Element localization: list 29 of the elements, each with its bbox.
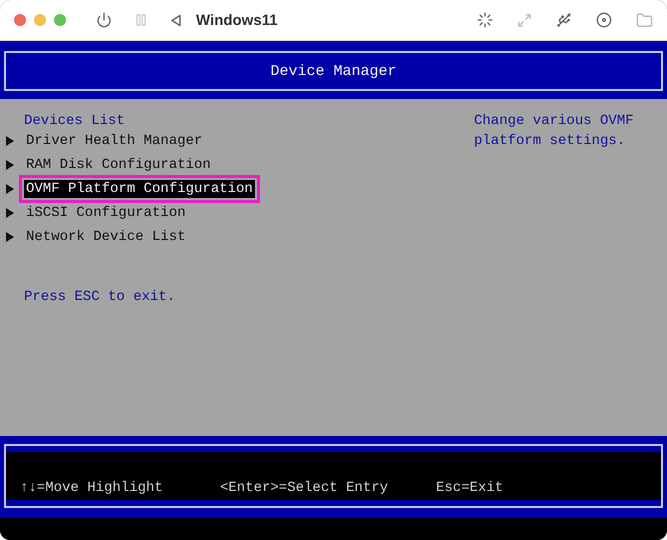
arrow-icon	[6, 232, 14, 242]
back-icon[interactable]	[170, 14, 182, 26]
close-button[interactable]	[14, 14, 26, 26]
arrow-icon	[6, 160, 14, 170]
section-heading: Devices List	[24, 112, 126, 131]
window-title: Windows11	[196, 12, 278, 28]
menu-item[interactable]: RAM Disk Configuration	[24, 156, 213, 174]
key-hint: <Enter>=Select Entry	[220, 480, 390, 496]
arrow-icon	[6, 136, 14, 146]
loader-icon[interactable]	[477, 12, 493, 28]
hint-text: Press ESC to exit.	[24, 288, 176, 307]
usb-icon[interactable]	[556, 12, 572, 28]
menu-item[interactable]: Network Device List	[24, 228, 188, 246]
menu-item[interactable]: OVMF Platform Configuration	[24, 180, 255, 198]
key-hint: ↑↓=Move Highlight	[20, 480, 164, 496]
key-hint: Esc=Exit	[436, 480, 504, 496]
help-text: Change various OVMF platform settings.	[474, 112, 635, 151]
disc-icon[interactable]	[596, 12, 612, 28]
arrow-icon	[6, 208, 14, 218]
pause-icon[interactable]	[134, 13, 148, 27]
minimize-button[interactable]	[34, 14, 46, 26]
resize-icon[interactable]	[517, 12, 532, 28]
page-title: Device Manager	[270, 62, 397, 80]
arrow-icon	[6, 184, 14, 194]
zoom-button[interactable]	[54, 14, 66, 26]
menu-item[interactable]: iSCSI Configuration	[24, 204, 188, 222]
menu-item[interactable]: Driver Health Manager	[24, 132, 204, 150]
folder-icon[interactable]	[636, 12, 653, 28]
power-icon[interactable]	[96, 12, 112, 28]
